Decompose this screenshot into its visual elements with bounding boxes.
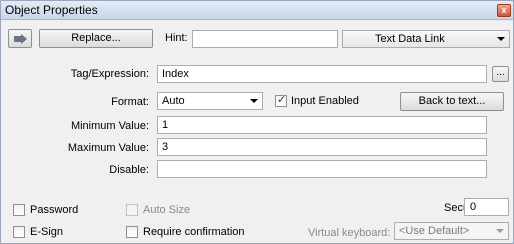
hint-input[interactable] — [192, 30, 338, 48]
replace-button[interactable]: Replace... — [39, 29, 153, 48]
e-sign-checkbox[interactable] — [13, 226, 25, 238]
virtual-keyboard-label: Virtual keyboard: — [308, 227, 391, 239]
e-sign-label: E-Sign — [30, 226, 64, 238]
link-type-value: Text Data Link — [375, 33, 445, 45]
object-icon-button[interactable] — [8, 29, 32, 48]
virtual-keyboard-dropdown[interactable]: <Use Default> — [394, 222, 509, 240]
arrow-right-icon — [13, 33, 29, 51]
input-enabled-label: Input Enabled — [291, 95, 359, 107]
auto-size-label: Auto Size — [143, 204, 191, 216]
chevron-down-icon — [250, 99, 258, 103]
virtual-keyboard-value: <Use Default> — [399, 225, 470, 237]
minimum-value-label: Minimum Value: — [70, 120, 149, 132]
format-dropdown[interactable]: Auto — [157, 92, 263, 110]
chevron-down-icon — [497, 37, 505, 41]
back-to-text-button[interactable]: Back to text... — [400, 92, 504, 111]
maximum-value-field[interactable]: 3 — [157, 138, 487, 156]
chevron-down-icon — [496, 229, 504, 233]
require-confirmation-label: Require confirmation — [143, 226, 245, 238]
title-bar: Object Properties x — [1, 1, 513, 20]
tag-expression-label: Tag/Expression: — [70, 68, 149, 80]
disable-label: Disable: — [109, 164, 149, 176]
window-title: Object Properties — [5, 3, 98, 17]
format-label: Format: — [111, 96, 149, 108]
require-confirmation-checkbox[interactable] — [126, 226, 138, 238]
password-checkbox[interactable] — [13, 204, 25, 216]
browse-button[interactable]: ... — [492, 66, 509, 82]
hint-label: Hint: — [165, 32, 188, 44]
security-field[interactable]: 0 — [464, 198, 509, 216]
format-value: Auto — [162, 95, 185, 107]
password-label: Password — [30, 204, 79, 216]
input-enabled-checkbox[interactable] — [275, 93, 287, 107]
close-button[interactable]: x — [497, 4, 511, 17]
tag-expression-field[interactable]: Index — [157, 65, 487, 83]
object-properties-window: Object Properties x Replace... Hint: Tex… — [0, 0, 514, 244]
link-type-dropdown[interactable]: Text Data Link — [342, 30, 510, 48]
auto-size-checkbox[interactable] — [126, 204, 138, 216]
disable-field[interactable] — [157, 160, 487, 178]
maximum-value-label: Maximum Value: — [67, 142, 149, 154]
minimum-value-field[interactable]: 1 — [157, 116, 487, 134]
